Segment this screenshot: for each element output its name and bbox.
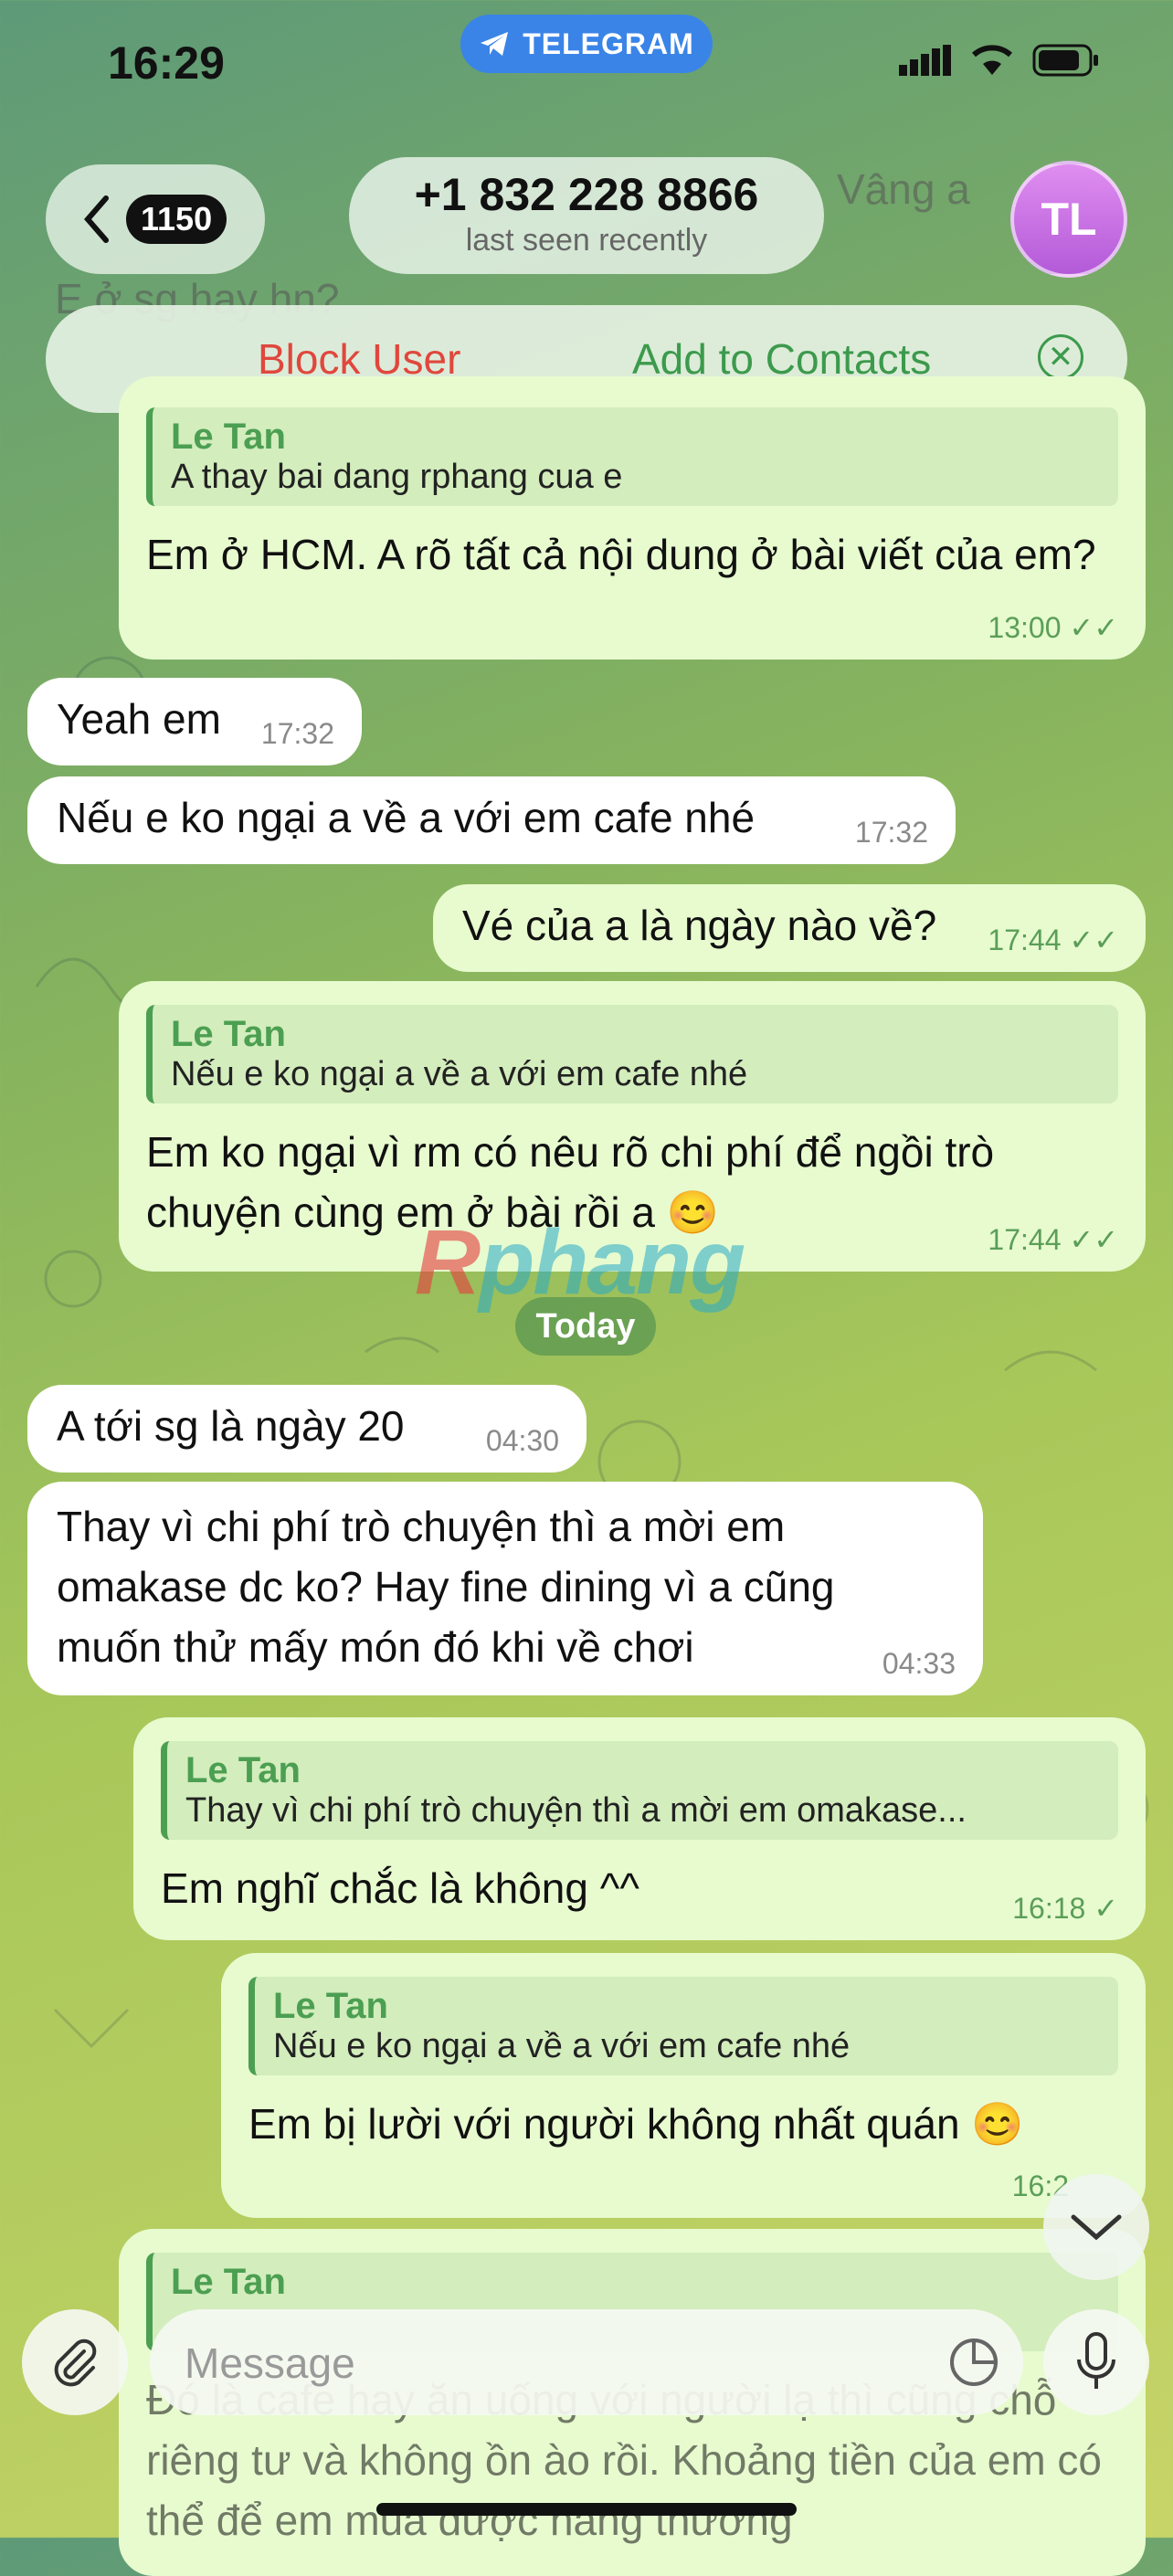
message-bubble-out[interactable]: Le Tan Nếu e ko ngại a về a với em cafe … [221, 1953, 1146, 2218]
double-check-icon: ✓✓ [1069, 924, 1118, 956]
chevron-left-icon [84, 195, 109, 243]
message-text: Vé của a là ngày nào về? [462, 902, 937, 949]
message-bubble-in[interactable]: Yeah em 17:32 [27, 678, 362, 765]
message-text: Yeah em [57, 695, 221, 743]
clock: 16:29 [108, 37, 225, 89]
status-bar: 16:29 TELEGRAM [0, 0, 1173, 137]
message-bubble-out[interactable]: Le Tan A thay bai dang rphang cua e Em ở… [119, 376, 1146, 660]
chat-title[interactable]: +1 832 228 8866 last seen recently [349, 157, 824, 274]
message-time: 04:33 [882, 1647, 956, 1680]
home-indicator[interactable] [376, 2503, 797, 2516]
message-time: 17:32 [260, 717, 334, 750]
telegram-label: TELEGRAM [523, 26, 694, 60]
message-time: 04:30 [485, 1424, 559, 1457]
message-bubble-in[interactable]: Nếu e ko ngại a về a với em cafe nhé 17:… [27, 776, 956, 864]
close-icon[interactable]: ✕ [1038, 334, 1083, 380]
composer [0, 2300, 1173, 2446]
message-bubble-out[interactable]: Le Tan Thay vì chi phí trò chuyện thì a … [133, 1717, 1146, 1940]
telegram-plane-icon [481, 32, 509, 56]
contact-phone: +1 832 228 8866 [414, 169, 759, 220]
message-time: 17:32 [854, 816, 928, 849]
reply-quote[interactable]: Le Tan Nếu e ko ngại a về a với em cafe … [248, 1977, 1118, 2075]
message-time: 13:00 ✓✓ [988, 611, 1118, 644]
reply-text: Thay vì chi phí trò chuyện thì a mời em … [185, 1791, 967, 1830]
message-text: Em nghĩ chắc là không ^^ [161, 1864, 639, 1912]
status-icons [899, 44, 1100, 77]
message-bubble-in[interactable]: A tới sg là ngày 20 04:30 [27, 1385, 586, 1473]
reply-quote[interactable]: Le Tan Thay vì chi phí trò chuyện thì a … [161, 1741, 1118, 1840]
sticker-icon[interactable] [946, 2335, 1001, 2390]
reply-sender: Le Tan [185, 1750, 301, 1790]
reply-sender: Le Tan [171, 1014, 286, 1054]
reply-sender: Le Tan [171, 2262, 286, 2302]
message-time: 16:18 ✓ [1012, 1892, 1118, 1925]
microphone-icon [1077, 2332, 1115, 2389]
message-time: 17:44 ✓✓ [988, 1223, 1118, 1256]
voice-message-button[interactable] [1043, 2309, 1149, 2415]
reply-sender: Le Tan [273, 1986, 388, 2026]
message-field[interactable] [150, 2309, 1023, 2415]
double-check-icon: ✓✓ [1069, 1223, 1118, 1256]
reply-text: Nếu e ko ngại a về a với em cafe nhé [171, 1055, 748, 1093]
unread-badge: 1150 [126, 195, 227, 244]
date-separator: Today [515, 1297, 656, 1356]
message-text: A tới sg là ngày 20 [57, 1402, 405, 1450]
reply-quote[interactable]: Le Tan Nếu e ko ngại a về a với em cafe … [146, 1005, 1118, 1103]
single-check-icon: ✓ [1094, 1892, 1118, 1925]
scroll-to-bottom-button[interactable] [1043, 2174, 1149, 2280]
last-seen-status: last seen recently [465, 223, 708, 258]
double-check-icon: ✓✓ [1069, 611, 1118, 644]
wifi-icon [972, 45, 1012, 75]
reply-text: Nếu e ko ngại a về a với em cafe nhé [273, 2027, 851, 2065]
message-text: Nếu e ko ngại a về a với em cafe nhé [57, 794, 756, 841]
peek-message-right: Vâng a [837, 165, 970, 213]
back-button[interactable]: 1150 [46, 164, 265, 274]
attach-button[interactable] [22, 2309, 128, 2415]
chevron-down-icon [1071, 2214, 1122, 2241]
message-time: 17:44 ✓✓ [988, 924, 1118, 956]
reply-quote[interactable]: Le Tan A thay bai dang rphang cua e [146, 407, 1118, 506]
battery-icon [1032, 44, 1098, 77]
reply-text: A thay bai dang rphang cua e [171, 458, 623, 496]
telegram-pill[interactable]: TELEGRAM [460, 15, 713, 73]
message-bubble-in[interactable]: Thay vì chi phí trò chuyện thì a mời em … [27, 1482, 983, 1695]
reply-sender: Le Tan [171, 417, 286, 457]
message-text: Thay vì chi phí trò chuyện thì a mời em … [57, 1503, 835, 1671]
cellular-signal-icon [899, 45, 951, 76]
message-text: Em ở HCM. A rõ tất cả nội dung ở bài viế… [146, 531, 1096, 578]
message-text: Em bị lười với người không nhất quán 😊 [248, 2100, 1024, 2148]
avatar[interactable]: TL [1010, 161, 1127, 278]
message-bubble-out[interactable]: Vé của a là ngày nào về? 17:44 ✓✓ [433, 884, 1146, 972]
paperclip-icon [54, 2338, 97, 2387]
message-input[interactable] [183, 2333, 899, 2393]
